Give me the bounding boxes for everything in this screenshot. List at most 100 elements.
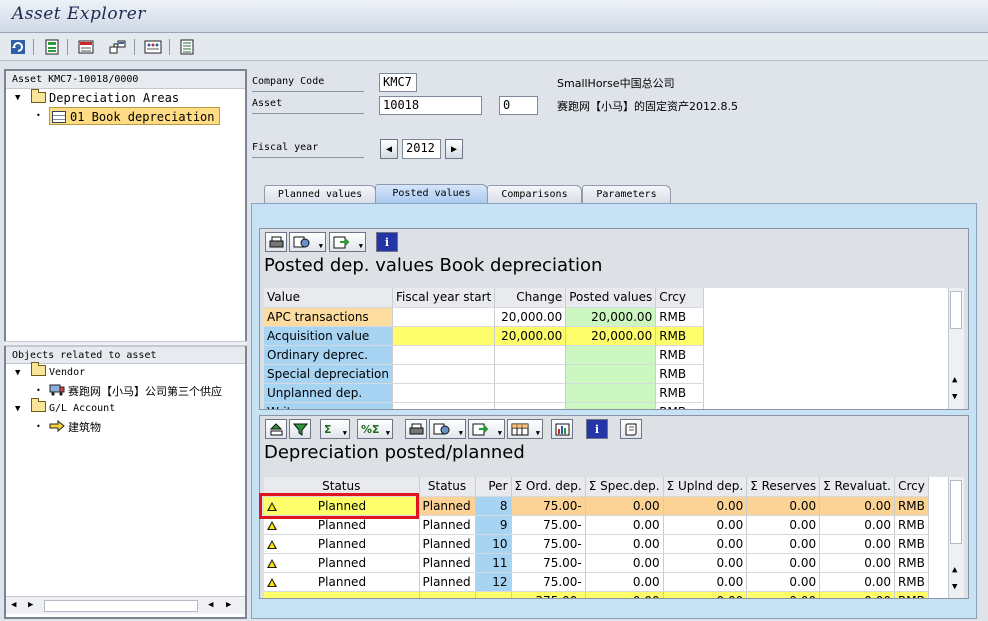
table-cell: 0.00	[585, 515, 664, 535]
scroll-right-icon[interactable]: ▶	[28, 600, 33, 610]
table-cell: 0.00	[585, 534, 664, 554]
column-header[interactable]: Fiscal year start	[392, 288, 496, 308]
scroll-down-icon[interactable]: ▼	[952, 582, 957, 592]
export-button[interactable]: ▼	[329, 232, 366, 252]
dep-views-button[interactable]: ▼	[429, 419, 466, 439]
scroll-thumb[interactable]	[950, 480, 962, 544]
table-cell: RMB	[894, 515, 929, 535]
column-header[interactable]: Σ Revaluat.	[819, 477, 895, 497]
tree-node-book-depreciation[interactable]: • 01 Book depreciation	[6, 107, 245, 125]
scroll-down-icon[interactable]: ▼	[952, 392, 957, 402]
column-header[interactable]: Per	[475, 477, 512, 497]
print-button[interactable]	[265, 232, 287, 252]
table-cell: 75.00-	[511, 496, 586, 516]
tree-node-gl-item[interactable]: • 建筑物	[6, 418, 245, 436]
table-row[interactable]: Writ RMB	[264, 402, 705, 409]
posted-grid-toolbar: ▼ ▼ i	[260, 229, 968, 253]
layout-button[interactable]: ▼	[507, 419, 543, 439]
table-row[interactable]: APC transactions 20,000.00 20,000.00 RMB	[264, 307, 705, 327]
views-button[interactable]: ▼	[289, 232, 326, 252]
dep-grid-title: Depreciation posted/planned	[264, 442, 525, 463]
structure-icon[interactable]	[76, 37, 96, 57]
table-row[interactable]: Planned Planned 12 75.00- 0.00 0.00 0.00 0.00 RM…	[264, 572, 929, 592]
tree-node-label: Vendor	[49, 367, 86, 378]
column-header[interactable]: Crcy	[894, 477, 929, 497]
column-header[interactable]: Σ Spec.dep.	[585, 477, 664, 497]
horizontal-scrollbar[interactable]: ◀ ▶ ◀ ▶	[6, 596, 245, 614]
expand-triangle-icon[interactable]: ▼	[15, 89, 20, 107]
table-cell: 20,000.00	[494, 307, 567, 327]
filter-button[interactable]	[289, 419, 311, 439]
depreciation-grid: Σ ▼ %Σ ▼ ▼ ▼ ▼ i Depreciation posted/plann…	[259, 415, 969, 599]
sort-ascending-button[interactable]	[265, 419, 287, 439]
scroll-right-icon[interactable]: ▶	[226, 600, 231, 610]
hierarchy-icon[interactable]	[108, 37, 128, 57]
dep-print-button[interactable]	[405, 419, 427, 439]
tree-node-vendor[interactable]: ▼ Vendor	[6, 362, 245, 382]
tree-node-depreciation-areas[interactable]: ▼ Depreciation Areas	[6, 89, 245, 107]
scroll-thumb[interactable]	[950, 291, 962, 329]
information-button[interactable]: i	[376, 232, 398, 252]
tab-planned-values[interactable]: Planned values	[264, 185, 376, 204]
dep-vertical-scrollbar[interactable]: ▲ ▼	[948, 477, 964, 598]
previous-year-button[interactable]: ◀	[380, 139, 398, 159]
info-icon: i	[594, 422, 600, 436]
table-cell: 20,000.00	[565, 326, 657, 346]
column-header[interactable]: Change	[494, 288, 567, 308]
company-code-field[interactable]: KMC7	[379, 73, 417, 92]
column-header[interactable]: Σ Reserves	[746, 477, 821, 497]
column-header[interactable]: Σ Uplnd dep.	[663, 477, 748, 497]
table-cell: RMB	[655, 326, 705, 346]
dep-export-button[interactable]: ▼	[468, 419, 505, 439]
column-header[interactable]: Posted values	[565, 288, 657, 308]
post-button[interactable]	[620, 419, 642, 439]
expand-triangle-icon[interactable]: ▼	[15, 364, 20, 382]
simulate-icon[interactable]	[143, 37, 163, 57]
scroll-up-icon[interactable]: ▲	[952, 375, 957, 385]
asset-subnumber-field[interactable]: 0	[499, 96, 538, 115]
table-row[interactable]: Ordinary deprec. RMB	[264, 345, 705, 365]
subtotal-button[interactable]: %Σ ▼	[357, 419, 393, 439]
total-button[interactable]: Σ ▼	[320, 419, 350, 439]
table-row[interactable]: Planned Planned 9 75.00- 0.00 0.00 0.00 0.00 RMB	[264, 515, 929, 535]
layout-icon	[511, 423, 529, 435]
scroll-left-icon[interactable]: ◀	[11, 600, 16, 610]
application-toolbar	[0, 33, 988, 61]
column-header[interactable]: Status	[264, 477, 420, 497]
table-cell: 0.00	[746, 496, 821, 516]
tab-comparisons[interactable]: Comparisons	[487, 185, 582, 204]
display-list-icon[interactable]	[42, 37, 62, 57]
graphic-button[interactable]	[551, 419, 573, 439]
table-cell: 0.00	[819, 515, 895, 535]
posted-vertical-scrollbar[interactable]: ▲ ▼	[948, 288, 964, 409]
column-header[interactable]: Status	[419, 477, 476, 497]
asset-label: Asset	[252, 98, 364, 114]
table-row[interactable]: Planned Planned 10 75.00- 0.00 0.00 0.00 0.00 RM…	[264, 534, 929, 554]
fiscal-year-field[interactable]: 2012	[402, 139, 441, 159]
tree-node-gl-account[interactable]: ▼ G/L Account	[6, 398, 245, 418]
overview-icon[interactable]	[177, 37, 197, 57]
tab-posted-values[interactable]: Posted values	[375, 184, 488, 204]
scroll-up-icon[interactable]: ▲	[952, 565, 957, 575]
next-year-button[interactable]: ▶	[445, 139, 463, 159]
table-row[interactable]: Unplanned dep. RMB	[264, 383, 705, 403]
table-row[interactable]: Special depreciation RMB	[264, 364, 705, 384]
column-header[interactable]: Σ Ord. dep.	[511, 477, 586, 497]
table-row[interactable]: Planned Planned 11 75.00- 0.00 0.00 0.00 0.00 RM…	[264, 553, 929, 573]
folder-icon	[31, 398, 46, 412]
table-cell	[494, 383, 567, 403]
table-row[interactable]: Acquisition value 20,000.00 20,000.00 RMB	[264, 326, 705, 346]
scroll-left-icon[interactable]: ◀	[208, 600, 213, 610]
scroll-thumb[interactable]	[44, 600, 198, 612]
tab-parameters[interactable]: Parameters	[582, 185, 671, 204]
asset-number-field[interactable]: 10018	[379, 96, 482, 115]
table-row[interactable]: Planned Planned 8 75.00- 0.00 0.00 0.00 0.00 RMB	[264, 496, 929, 516]
refresh-icon[interactable]	[8, 37, 28, 57]
tree-node-vendor-item[interactable]: • 赛跑网【小马】公司第三个供应	[6, 382, 245, 400]
total-row[interactable]: 375.00-0.000.000.000.00RMB	[264, 591, 929, 598]
column-header[interactable]: Value	[264, 288, 393, 308]
column-header[interactable]: Crcy	[655, 288, 705, 308]
dep-information-button[interactable]: i	[586, 419, 608, 439]
related-objects-header: Objects related to asset	[6, 346, 245, 364]
expand-triangle-icon[interactable]: ▼	[15, 400, 20, 418]
